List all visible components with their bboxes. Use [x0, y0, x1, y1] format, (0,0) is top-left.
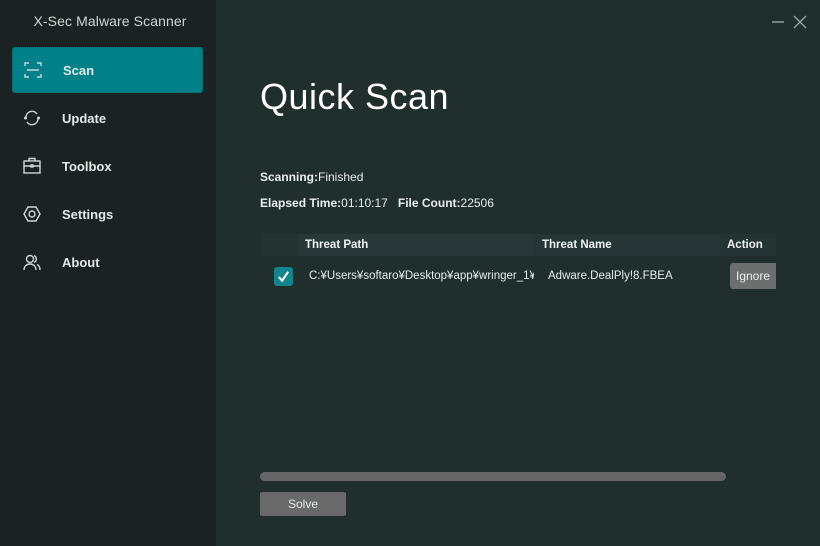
- scanning-value: Finished: [318, 170, 364, 184]
- elapsed-value: 01:10:17: [341, 196, 388, 210]
- sidebar-item-update[interactable]: Update: [12, 95, 203, 141]
- app-title: X-Sec Malware Scanner: [33, 13, 187, 29]
- sidebar-item-about[interactable]: About: [12, 239, 203, 285]
- table-header: Threat Path Threat Name Action: [262, 234, 776, 256]
- file-count-value: 22506: [460, 196, 494, 210]
- close-button[interactable]: [792, 14, 808, 30]
- sidebar-item-label: Settings: [62, 206, 114, 222]
- scan-status: Scanning:Finished: [260, 170, 363, 184]
- page-title: Quick Scan: [260, 76, 450, 117]
- solve-button[interactable]: Solve: [260, 492, 346, 516]
- close-icon: [793, 15, 807, 29]
- scanning-label: Scanning:: [260, 170, 319, 184]
- column-header-threat-path[interactable]: Threat Path: [297, 234, 534, 256]
- column-header-action: Action: [721, 234, 776, 256]
- threat-table: Threat Path Threat Name Action C:¥Users¥…: [262, 234, 776, 296]
- main-panel: Quick Scan Scanning:Finished Elapsed Tim…: [216, 0, 820, 546]
- toolbox-icon: [22, 156, 42, 176]
- refresh-icon: [22, 108, 42, 128]
- sidebar-item-label: Scan: [63, 62, 95, 78]
- sidebar-item-scan[interactable]: Scan: [12, 47, 203, 93]
- minimize-icon: [772, 21, 784, 23]
- threat-name-cell: Adware.DealPly!8.FBEA: [548, 270, 673, 282]
- column-header-select: [262, 234, 297, 256]
- scan-stats: Elapsed Time:01:10:17 File Count:22506: [260, 196, 494, 210]
- threat-path-cell: C:¥Users¥softaro¥Desktop¥app¥wringer_1¥w: [309, 270, 534, 282]
- table-row: C:¥Users¥softaro¥Desktop¥app¥wringer_1¥w…: [262, 256, 776, 296]
- column-header-threat-name[interactable]: Threat Name: [534, 234, 721, 256]
- sidebar: X-Sec Malware Scanner Scan Update Toolbo…: [0, 0, 216, 546]
- users-icon: [22, 252, 42, 272]
- elapsed-label: Elapsed Time:: [260, 196, 342, 210]
- sidebar-item-settings[interactable]: Settings: [12, 191, 203, 237]
- file-count-label: File Count:: [397, 196, 461, 210]
- horizontal-scrollbar[interactable]: [260, 472, 726, 481]
- sidebar-item-label: Update: [62, 110, 107, 126]
- sidebar-item-label: Toolbox: [62, 158, 112, 174]
- ignore-button[interactable]: Ignore: [730, 263, 776, 289]
- sidebar-item-label: About: [62, 254, 100, 270]
- gear-icon: [22, 204, 42, 224]
- row-checkbox[interactable]: [274, 266, 293, 286]
- checkmark-icon: [278, 270, 289, 282]
- sidebar-nav: Scan Update Toolbox Settings About: [12, 47, 203, 287]
- sidebar-item-toolbox[interactable]: Toolbox: [12, 143, 203, 189]
- minimize-button[interactable]: [770, 14, 786, 30]
- scan-icon: [23, 60, 43, 80]
